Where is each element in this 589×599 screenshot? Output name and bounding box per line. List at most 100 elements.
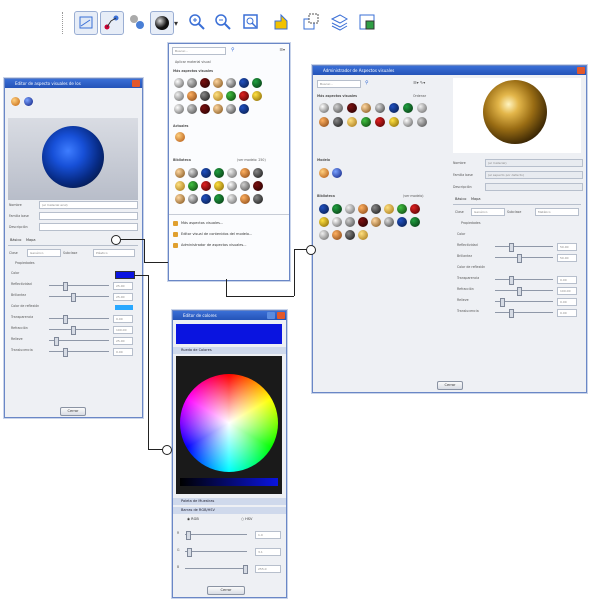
- material-swatch[interactable]: [358, 230, 368, 240]
- material-swatch[interactable]: [201, 168, 211, 178]
- material-sphere-icon[interactable]: [150, 11, 174, 35]
- tab-basic[interactable]: Básico: [455, 197, 466, 201]
- rgb-radio[interactable]: ◉ RGB: [187, 517, 199, 521]
- close-icon[interactable]: [277, 312, 285, 319]
- material-swatch[interactable]: [214, 194, 224, 204]
- material-swatch[interactable]: [410, 204, 420, 214]
- material-swatch[interactable]: [227, 181, 237, 191]
- description-field[interactable]: [39, 223, 138, 231]
- property-slider[interactable]: [495, 254, 553, 263]
- close-button[interactable]: Cerrar: [437, 381, 463, 390]
- tab-map[interactable]: Mapa: [471, 197, 481, 201]
- material-swatch[interactable]: [253, 168, 263, 178]
- subtype-select[interactable]: Metálico: [535, 208, 579, 216]
- slider-handle[interactable]: [63, 315, 68, 324]
- channel-value[interactable]: 1.0: [255, 531, 281, 539]
- hsv-radio[interactable]: ○ HSV: [241, 517, 252, 521]
- material-swatch[interactable]: [213, 78, 223, 88]
- menu-item[interactable]: Administrador de aspectos visuales...: [173, 242, 285, 251]
- slider-handle[interactable]: [500, 298, 505, 307]
- subtype-select[interactable]: Plástico: [93, 249, 135, 257]
- material-swatch[interactable]: [24, 97, 33, 106]
- material-swatch[interactable]: [345, 217, 355, 227]
- material-swatch[interactable]: [227, 194, 237, 204]
- slider-handle[interactable]: [186, 531, 191, 540]
- property-slider[interactable]: [495, 298, 553, 307]
- material-swatch[interactable]: [319, 217, 329, 227]
- slider-handle[interactable]: [517, 287, 522, 296]
- zoom-in-icon[interactable]: [186, 11, 208, 33]
- zoom-window-icon[interactable]: [240, 11, 262, 33]
- material-swatch[interactable]: [239, 104, 249, 114]
- material-swatch[interactable]: [227, 168, 237, 178]
- material-swatch[interactable]: [417, 117, 427, 127]
- slider-handle[interactable]: [509, 243, 514, 252]
- material-swatch[interactable]: [361, 117, 371, 127]
- slider-handle[interactable]: [509, 309, 514, 318]
- material-swatch[interactable]: [174, 78, 184, 88]
- model-material-swatch[interactable]: [319, 168, 329, 178]
- property-value[interactable]: 25.00: [113, 337, 133, 345]
- property-slider[interactable]: [495, 309, 553, 318]
- material-swatch[interactable]: [252, 78, 262, 88]
- material-swatch[interactable]: [375, 117, 385, 127]
- material-swatch[interactable]: [200, 104, 210, 114]
- material-swatch[interactable]: [332, 230, 342, 240]
- property-slider[interactable]: [49, 282, 109, 291]
- material-swatch[interactable]: [319, 204, 329, 214]
- material-swatch[interactable]: [397, 217, 407, 227]
- library-filter[interactable]: (ver modelo): [403, 194, 424, 198]
- property-value[interactable]: 50.00: [557, 243, 577, 251]
- type-select[interactable]: Genérico: [27, 249, 61, 257]
- material-swatch[interactable]: [188, 181, 198, 191]
- name-field[interactable]: (el material azul): [39, 201, 138, 209]
- material-swatch[interactable]: [361, 103, 371, 113]
- close-icon[interactable]: [577, 67, 585, 74]
- property-value[interactable]: 0.00: [557, 276, 577, 284]
- model-material-swatch[interactable]: [332, 168, 342, 178]
- material-swatch[interactable]: [319, 117, 329, 127]
- dropdown-arrow-icon[interactable]: ▾: [174, 19, 178, 28]
- menu-item[interactable]: Editor visual de contenidos del modelo..…: [173, 231, 285, 240]
- material-swatch[interactable]: [213, 104, 223, 114]
- material-swatch[interactable]: [188, 194, 198, 204]
- property-slider[interactable]: [495, 276, 553, 285]
- property-slider[interactable]: [49, 337, 109, 346]
- material-swatch[interactable]: [252, 91, 262, 101]
- close-button[interactable]: Cerrar: [207, 586, 245, 595]
- material-swatch[interactable]: [240, 181, 250, 191]
- material-swatch[interactable]: [347, 117, 357, 127]
- search-icon[interactable]: ⚲: [365, 80, 369, 86]
- brightness-bar[interactable]: [180, 478, 278, 486]
- layers-icon[interactable]: [328, 11, 350, 33]
- property-value[interactable]: 100.00: [557, 287, 577, 295]
- material-swatch[interactable]: [410, 217, 420, 227]
- material-swatch[interactable]: [345, 230, 355, 240]
- search-icon[interactable]: ⚲: [231, 47, 235, 53]
- slider-handle[interactable]: [54, 337, 59, 346]
- color-swatch[interactable]: [115, 271, 135, 279]
- property-value[interactable]: 0.00: [557, 298, 577, 306]
- material-swatch[interactable]: [403, 117, 413, 127]
- material-swatch[interactable]: [200, 91, 210, 101]
- material-swatch[interactable]: [226, 91, 236, 101]
- material-swatch[interactable]: [384, 204, 394, 214]
- slider-handle[interactable]: [63, 282, 68, 291]
- material-swatch[interactable]: [201, 181, 211, 191]
- close-button[interactable]: Cerrar: [60, 407, 86, 416]
- menu-item[interactable]: Más aspectos visuales...: [173, 220, 285, 229]
- material-swatch[interactable]: [239, 91, 249, 101]
- export-icon[interactable]: [356, 11, 378, 33]
- material-swatch[interactable]: [347, 103, 357, 113]
- material-swatch[interactable]: [11, 97, 20, 106]
- material-swatch[interactable]: [174, 91, 184, 101]
- close-icon[interactable]: [132, 79, 140, 87]
- material-swatch[interactable]: [240, 168, 250, 178]
- material-swatch[interactable]: [226, 78, 236, 88]
- channel-value[interactable]: 255.0: [255, 565, 281, 573]
- tab-map[interactable]: Mapa: [26, 238, 36, 242]
- material-swatch[interactable]: [332, 204, 342, 214]
- material-swatch[interactable]: [319, 103, 329, 113]
- rgb-hsv-header[interactable]: Barras de RGB/HSV: [173, 507, 286, 514]
- property-slider[interactable]: [495, 243, 553, 252]
